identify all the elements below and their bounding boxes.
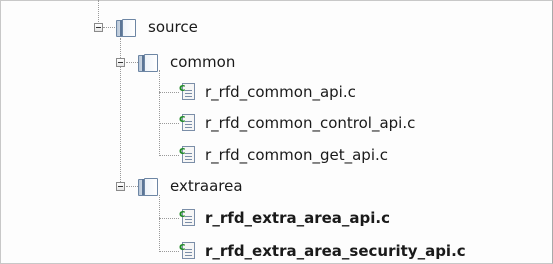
file-label: r_rfd_common_control_api.c [205,114,416,132]
tree-line [159,70,160,156]
c-source-file-icon: c [179,82,197,102]
node-label: source [148,18,198,36]
file-label: r_rfd_common_get_api.c [205,146,388,164]
c-source-file-icon: c [179,145,197,165]
tree-line [159,195,160,252]
c-source-file-icon: c [179,208,197,228]
folder-icon [136,52,162,72]
collapse-toggle-source[interactable] [94,23,103,32]
tree-file-item[interactable]: c r_rfd_common_get_api.c [179,143,390,167]
file-label: r_rfd_extra_area_security_api.c [205,242,466,260]
tree-file-item[interactable]: c r_rfd_common_api.c [179,80,358,104]
tree-node-extraarea[interactable]: extraarea [136,174,245,198]
folder-icon [136,176,162,196]
tree-file-item[interactable]: c r_rfd_common_control_api.c [179,111,417,135]
file-label: r_rfd_extra_area_api.c [205,209,391,227]
tree-line [159,92,179,93]
tree-line [159,155,179,156]
file-label: r_rfd_common_api.c [205,83,356,101]
tree-file-item[interactable]: c r_rfd_extra_area_security_api.c [179,239,468,263]
tree-node-common[interactable]: common [136,50,237,74]
node-label: extraarea [170,177,243,195]
tree-line [98,0,99,22]
tree-line [159,218,179,219]
tree-line [159,251,179,252]
tree-line [159,123,179,124]
tree-node-source[interactable]: source [114,15,200,39]
folder-icon [114,17,140,37]
collapse-toggle-common[interactable] [116,58,125,67]
c-source-file-icon: c [179,113,197,133]
c-source-file-icon: c [179,241,197,261]
tree-file-item[interactable]: c r_rfd_extra_area_api.c [179,206,392,230]
node-label: common [170,53,236,71]
collapse-toggle-extraarea[interactable] [116,182,125,191]
